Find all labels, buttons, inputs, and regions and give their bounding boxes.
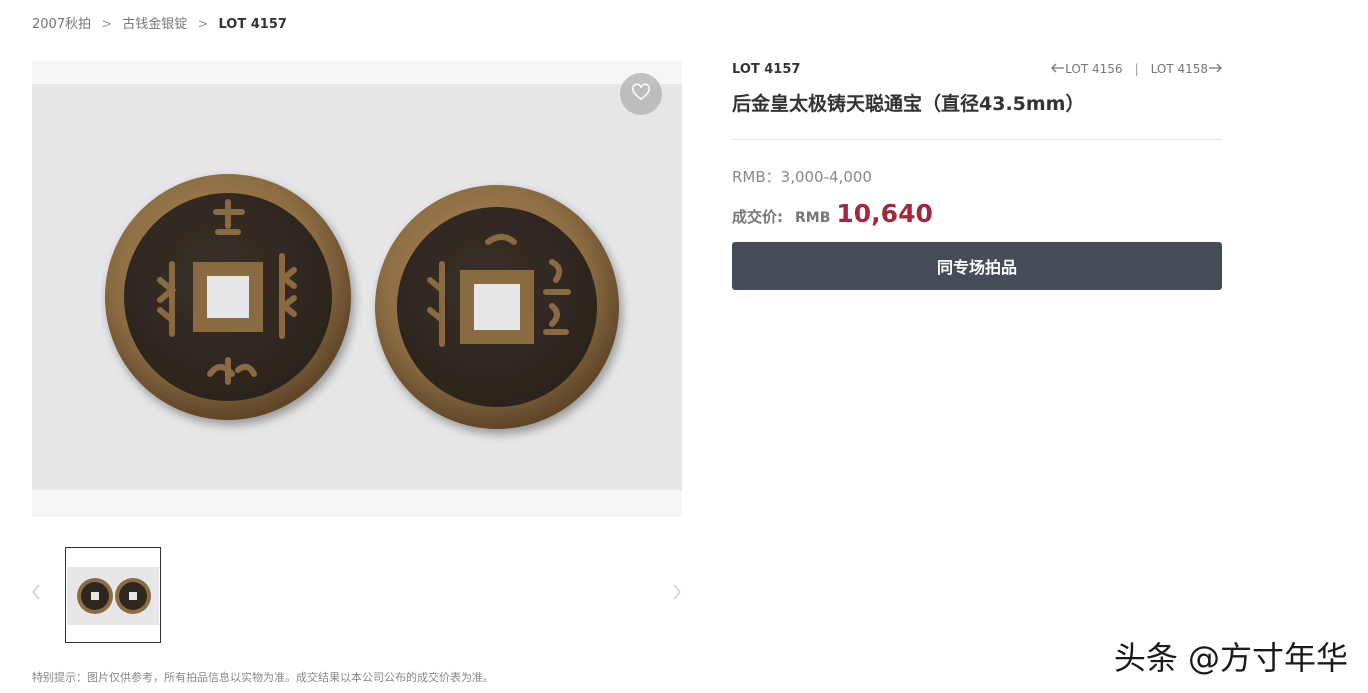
prev-lot-label: LOT 4156 [1065, 62, 1123, 76]
coin-photo-image [105, 174, 619, 429]
lot-title: 后金皇太极铸天聪通宝（直径43.5mm） [732, 93, 1085, 115]
deal-price-currency: RMB [795, 210, 831, 226]
same-session-lots-button[interactable]: 同专场拍品 [732, 242, 1222, 290]
deal-price-label: 成交价: [732, 208, 783, 226]
lot-navigation: LOT 4156 | LOT 4158 [1051, 62, 1222, 76]
breadcrumb-item-auction[interactable]: 2007秋拍 [32, 17, 91, 32]
watermark: 头条 @方寸年华 [1113, 639, 1348, 677]
heart-icon [631, 83, 651, 105]
next-lot-link[interactable]: LOT 4158 [1151, 62, 1222, 76]
deal-price-row: 成交价: RMB 10,640 [732, 199, 1222, 228]
thumbnail-1[interactable] [65, 547, 161, 643]
breadcrumb: 2007秋拍 > 古钱金银锭 > LOT 4157 [32, 13, 287, 32]
coin-reverse [375, 185, 619, 429]
disclaimer-text: 特别提示：图片仅供参考，所有拍品信息以实物为准。成交结果以本公司公布的成交价表为… [32, 671, 494, 684]
next-lot-label: LOT 4158 [1150, 62, 1208, 76]
estimate-price: RMB：3,000-4,000 [732, 168, 872, 186]
lot-header-row: LOT 4157 LOT 4156 | LOT 4158 [732, 61, 1222, 77]
breadcrumb-item-category[interactable]: 古钱金银锭 [122, 17, 187, 32]
favorite-button[interactable] [620, 73, 662, 115]
breadcrumb-current: LOT 4157 [218, 17, 287, 32]
arrow-left-icon [1051, 62, 1065, 76]
thumbnail-prev-button[interactable] [29, 582, 43, 606]
arrow-right-icon [1208, 62, 1222, 76]
lot-photo[interactable] [32, 84, 682, 490]
breadcrumb-separator: > [197, 17, 209, 32]
lot-number: LOT 4157 [732, 61, 801, 77]
thumbnail-image [67, 567, 159, 625]
coin-obverse [105, 174, 351, 420]
main-image-frame [32, 61, 682, 517]
thumbnail-next-button[interactable] [670, 582, 684, 606]
chevron-left-icon [31, 583, 41, 605]
chevron-right-icon [672, 583, 682, 605]
lot-nav-separator: | [1134, 62, 1139, 76]
breadcrumb-separator: > [101, 17, 113, 32]
deal-price-value: 10,640 [836, 199, 933, 228]
divider [732, 139, 1222, 140]
lot-info-panel: LOT 4157 LOT 4156 | LOT 4158 后金皇太极铸天聪通宝（… [732, 61, 1222, 290]
prev-lot-link[interactable]: LOT 4156 [1051, 62, 1123, 76]
